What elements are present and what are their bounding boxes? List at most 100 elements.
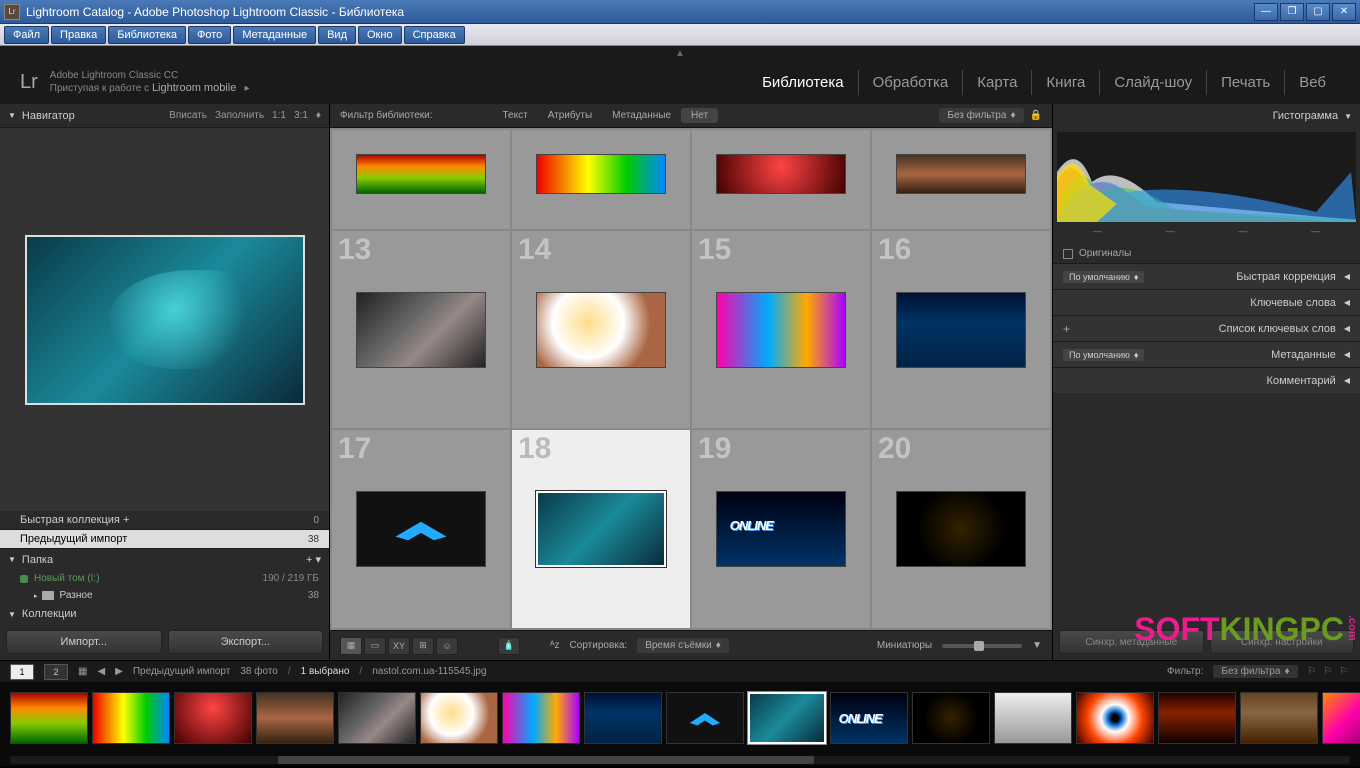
lock-icon[interactable]: 🔒 [1030, 110, 1042, 121]
nav-back-icon[interactable]: ◀ [97, 666, 105, 677]
filmstrip-filter-select[interactable]: Без фильтра ♦ [1213, 665, 1297, 678]
grid-cell[interactable] [332, 130, 510, 229]
grid-cell[interactable]: 14 [512, 231, 690, 429]
menu-window[interactable]: Окно [358, 26, 402, 44]
grid-cell[interactable] [512, 130, 690, 229]
menu-help[interactable]: Справка [404, 26, 465, 44]
disk-row[interactable]: Новый том (I:) 190 / 219 ГБ [0, 570, 329, 587]
grid-cell[interactable]: 17 [332, 430, 510, 628]
grid-cell[interactable]: 20 [872, 430, 1050, 628]
minimize-button[interactable]: — [1254, 3, 1278, 21]
ratio-fit[interactable]: Вписать [169, 110, 207, 121]
sort-order-icon[interactable]: ᴬᴢ [550, 640, 560, 651]
folder-row[interactable]: ▸ Разное 38 [0, 587, 329, 604]
module-web[interactable]: Веб [1285, 70, 1340, 95]
grid-cell[interactable]: 13 [332, 231, 510, 429]
filter-preset-select[interactable]: Без фильтра ♦ [939, 108, 1023, 123]
menu-library[interactable]: Библиотека [108, 26, 186, 44]
grid-cell-selected[interactable]: 18 [512, 430, 690, 628]
filmstrip-thumb[interactable] [1322, 692, 1360, 744]
filmstrip-thumb[interactable] [174, 692, 252, 744]
keywords-panel[interactable]: Ключевые слова◀ [1053, 289, 1360, 315]
menu-metadata[interactable]: Метаданные [233, 26, 316, 44]
sort-select[interactable]: Время съёмки ♦ [637, 638, 729, 653]
sync-metadata-button[interactable]: Синхр. метаданные [1059, 630, 1204, 654]
window-2-button[interactable]: 2 [44, 664, 68, 680]
filmstrip-thumb[interactable] [830, 692, 908, 744]
checkbox-icon[interactable] [1063, 249, 1073, 259]
folder-add-icon[interactable]: + ▾ [306, 553, 321, 566]
loupe-view-button[interactable]: ▭ [364, 637, 386, 655]
filmstrip-thumb[interactable] [338, 692, 416, 744]
filmstrip-thumb[interactable] [666, 692, 744, 744]
filmstrip[interactable] [0, 682, 1360, 754]
keyword-list-panel[interactable]: + Список ключевых слов◀ [1053, 315, 1360, 341]
folders-header[interactable]: ▼ Папка + ▾ [0, 549, 329, 570]
preset-select[interactable]: По умолчанию ♦ [1063, 271, 1144, 283]
menu-photo[interactable]: Фото [188, 26, 231, 44]
filmstrip-thumb-selected[interactable] [748, 692, 826, 744]
navigator-header[interactable]: ▼ Навигатор Вписать Заполнить 1:1 3:1 ♦ [0, 104, 329, 128]
filter-flags-icon[interactable]: ⚐ ⚐ ⚐ [1308, 666, 1350, 677]
toolbar-more-icon[interactable]: ▼ [1032, 640, 1042, 651]
filter-attributes[interactable]: Атрибуты [538, 108, 602, 123]
grid-cell[interactable]: 15 [692, 231, 870, 429]
maximize-button[interactable]: ▢ [1306, 3, 1330, 21]
filter-text[interactable]: Текст [493, 108, 538, 123]
scroll-thumb[interactable] [278, 756, 814, 764]
thumbnail-grid[interactable]: 13 14 15 16 17 18 19 20 [330, 128, 1052, 630]
grid-cell[interactable] [692, 130, 870, 229]
restore-button[interactable]: ❐ [1280, 3, 1304, 21]
filmstrip-thumb[interactable] [994, 692, 1072, 744]
meta-preset-select[interactable]: По умолчанию ♦ [1063, 349, 1144, 361]
nav-fwd-icon[interactable]: ▶ [115, 666, 123, 677]
grid-icon[interactable]: ▦ [78, 666, 87, 677]
module-map[interactable]: Карта [963, 70, 1032, 95]
source-label[interactable]: Предыдущий импорт [133, 666, 231, 677]
collapse-top-icon[interactable]: ▲ [0, 46, 1360, 60]
collections-header[interactable]: ▼ Коллекции [0, 604, 329, 624]
originals-row[interactable]: Оригиналы [1053, 244, 1360, 263]
thumb-size-slider[interactable] [942, 644, 1022, 648]
people-view-button[interactable]: ☺ [436, 637, 458, 655]
close-button[interactable]: ✕ [1332, 3, 1356, 21]
navigator-preview[interactable] [0, 128, 329, 511]
histogram-header[interactable]: Гистограмма▼ [1053, 104, 1360, 128]
spray-button[interactable]: 🧴 [498, 637, 520, 655]
histogram[interactable] [1057, 132, 1356, 222]
ratio-fill[interactable]: Заполнить [215, 110, 264, 121]
filmstrip-thumb[interactable] [502, 692, 580, 744]
compare-view-button[interactable]: XY [388, 637, 410, 655]
filter-metadata[interactable]: Метаданные [602, 108, 681, 123]
ratio-more-icon[interactable]: ♦ [316, 110, 321, 121]
ratio-1-1[interactable]: 1:1 [272, 110, 286, 121]
window-1-button[interactable]: 1 [10, 664, 34, 680]
filmstrip-thumb[interactable] [420, 692, 498, 744]
grid-view-button[interactable]: ▦ [340, 637, 362, 655]
filter-none[interactable]: Нет [681, 108, 718, 123]
menu-view[interactable]: Вид [318, 26, 356, 44]
metadata-panel[interactable]: По умолчанию ♦ Метаданные◀ [1053, 341, 1360, 367]
menu-file[interactable]: Файл [4, 26, 49, 44]
grid-cell[interactable]: 16 [872, 231, 1050, 429]
filmstrip-thumb[interactable] [1240, 692, 1318, 744]
ratio-3-1[interactable]: 3:1 [294, 110, 308, 121]
filmstrip-thumb[interactable] [92, 692, 170, 744]
sync-settings-button[interactable]: Синхр. настройки [1210, 630, 1355, 654]
filmstrip-thumb[interactable] [584, 692, 662, 744]
module-library[interactable]: Библиотека [748, 70, 859, 95]
quick-collection-row[interactable]: Быстрая коллекция + 0 [0, 511, 329, 530]
filmstrip-thumb[interactable] [256, 692, 334, 744]
module-develop[interactable]: Обработка [859, 70, 964, 95]
import-button[interactable]: Импорт... [6, 630, 162, 654]
filmstrip-thumb[interactable] [10, 692, 88, 744]
filmstrip-thumb[interactable] [1076, 692, 1154, 744]
quick-develop-panel[interactable]: По умолчанию ♦ Быстрая коррекция◀ [1053, 263, 1360, 289]
previous-import-row[interactable]: Предыдущий импорт 38 [0, 530, 329, 549]
survey-view-button[interactable]: ⊞ [412, 637, 434, 655]
filmstrip-thumb[interactable] [912, 692, 990, 744]
module-print[interactable]: Печать [1207, 70, 1285, 95]
grid-cell[interactable] [872, 130, 1050, 229]
grid-cell[interactable]: 19 [692, 430, 870, 628]
export-button[interactable]: Экспорт... [168, 630, 324, 654]
